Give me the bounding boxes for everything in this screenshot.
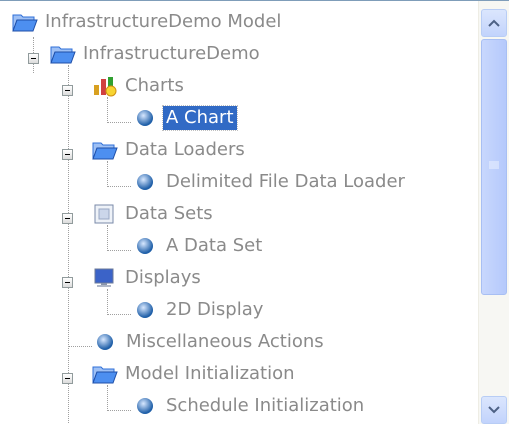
tree-node-label: Data Loaders [125, 139, 245, 160]
charts-icon [94, 77, 117, 97]
tree-connector [107, 250, 131, 251]
collapse-toggle[interactable] [28, 53, 39, 64]
tree-node-charts[interactable]: Charts [92, 71, 187, 101]
folder-open-icon [92, 142, 118, 160]
tree-node-label: A Data Set [166, 235, 263, 256]
tree-node-label: 2D Display [166, 299, 264, 320]
tree-node-infrastructure-demo[interactable]: InfrastructureDemo [50, 39, 263, 69]
collapse-toggle[interactable] [62, 149, 73, 160]
tree-node-a-data-set[interactable]: A Data Set [135, 231, 265, 261]
chevron-up-icon [488, 19, 500, 27]
blue-dot-icon [137, 174, 153, 190]
blue-dot-icon [137, 110, 153, 126]
tree-node-label: Charts [125, 75, 184, 96]
tree-connector [107, 186, 131, 187]
folder-open-icon [50, 46, 76, 64]
tree-node-root[interactable]: InfrastructureDemo Model [12, 7, 284, 37]
collapse-toggle[interactable] [62, 277, 73, 288]
model-tree[interactable]: InfrastructureDemo Model InfrastructureD… [0, 0, 509, 424]
collapse-toggle[interactable] [62, 85, 73, 96]
blue-dot-icon [137, 398, 153, 414]
monitor-icon [94, 268, 114, 287]
collapse-toggle[interactable] [62, 213, 73, 224]
tree-connector [107, 314, 131, 315]
tree-node-data-loaders[interactable]: Data Loaders [92, 135, 248, 165]
tree-node-schedule-initialization[interactable]: Schedule Initialization [135, 391, 367, 421]
blue-dot-icon [97, 334, 113, 350]
tree-connector [68, 65, 69, 424]
blue-dot-icon [137, 302, 153, 318]
tree-connector [107, 410, 131, 411]
collapse-toggle[interactable] [62, 373, 73, 384]
tree-node-label: Miscellaneous Actions [126, 331, 324, 352]
scroll-down-button[interactable] [481, 396, 507, 424]
tree-node-label: InfrastructureDemo Model [45, 11, 282, 32]
tree-node-label: InfrastructureDemo [83, 43, 260, 64]
tree-node-model-initialization[interactable]: Model Initialization [92, 359, 298, 389]
scroll-up-button[interactable] [481, 9, 507, 37]
grip-icon [489, 161, 499, 169]
tree-node-label: Delimited File Data Loader [166, 171, 405, 192]
tree-node-delimited-file-data-loader[interactable]: Delimited File Data Loader [135, 167, 408, 197]
chevron-down-icon [488, 406, 500, 414]
tree-connector [107, 122, 131, 123]
tree-node-2d-display[interactable]: 2D Display [135, 295, 266, 325]
tree-node-miscellaneous-actions[interactable]: Miscellaneous Actions [95, 327, 327, 357]
tree-node-label: A Chart [162, 105, 238, 131]
tree-node-label: Displays [125, 267, 201, 288]
scrollbar-thumb[interactable] [481, 39, 507, 295]
tree-node-a-chart[interactable]: A Chart [135, 103, 238, 133]
tree-node-displays[interactable]: Displays [92, 263, 204, 293]
tree-node-label: Schedule Initialization [166, 395, 365, 416]
vertical-scrollbar[interactable] [478, 1, 509, 424]
dataset-icon [94, 204, 114, 224]
tree-node-data-sets[interactable]: Data Sets [92, 199, 216, 229]
tree-connector [68, 346, 92, 347]
tree-node-label: Model Initialization [125, 363, 295, 384]
folder-open-icon [92, 366, 118, 384]
blue-dot-icon [137, 238, 153, 254]
folder-open-icon [12, 14, 38, 32]
tree-node-label: Data Sets [125, 203, 213, 224]
